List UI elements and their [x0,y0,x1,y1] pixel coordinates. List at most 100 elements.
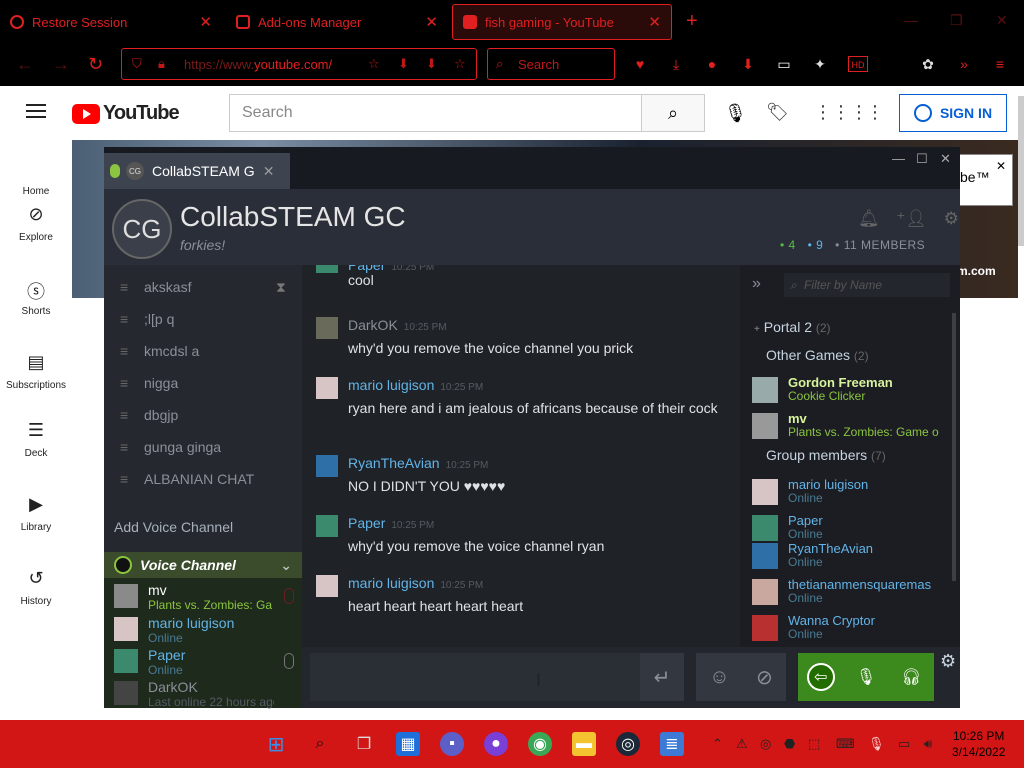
menu-icon[interactable]: ≡ [992,56,1008,72]
collapse-panel-icon[interactable]: » [752,275,761,293]
sidebar-item-explore[interactable]: ⊘ Explore [0,204,72,243]
extension-icon[interactable]: ✿ [920,56,936,72]
sidebar-item-deck[interactable]: ☰ Deck [0,420,72,459]
tab-addons-manager[interactable]: Add-ons Manager ✕ [226,4,448,40]
chat-message-input[interactable] [310,653,640,701]
microphone-icon[interactable]: 🎙︎ [724,103,747,124]
file-explorer-icon[interactable]: ▬ [572,732,596,756]
headphones-icon[interactable]: 🎧︎ [897,663,925,691]
close-tab-icon[interactable]: ✕ [648,13,661,31]
sidebar-item-subscriptions[interactable]: ▤ Subscriptions [0,352,72,391]
more-options-icon[interactable]: ⋮ [866,102,884,123]
new-tab-button[interactable]: + [686,10,698,33]
apps-grid-icon[interactable]: ⋮⋮⋮ [814,102,868,123]
voice-member[interactable]: mario luigison Online [114,615,298,645]
ad-card[interactable]: be™ ✕ [953,154,1013,206]
close-icon[interactable]: ✕ [996,159,1006,173]
text-channel[interactable]: ≡ ALBANIAN CHAT [120,471,254,487]
emoticon-icon[interactable]: ☺ [709,666,729,689]
notepad-icon[interactable]: ≣ [660,732,684,756]
notification-bell-icon[interactable]: 🔔︎ [858,209,880,228]
steam-tray-icon[interactable]: ◎ [760,736,771,752]
maximize-icon[interactable]: ☐ [916,151,928,167]
text-channel[interactable]: ≡ kmcdsl a [120,343,199,359]
volume-icon[interactable]: 🔊︎ [924,736,932,752]
sidebar-item-shorts[interactable]: ⓢ Shorts [0,278,72,317]
tray-app-icon[interactable]: ⚠ [736,736,748,752]
browser-search-box[interactable]: ⌕ Search [487,48,615,80]
tab-youtube[interactable]: fish gaming - YouTube ✕ [452,4,672,40]
close-window-icon[interactable]: ✕ [940,151,951,167]
extension-icon[interactable]: ✦ [812,56,828,72]
settings-gear-icon[interactable]: ⚙ [944,209,959,228]
show-hidden-icons-icon[interactable]: ⌃ [712,736,723,752]
downloads-icon[interactable]: ⤓ [668,56,684,72]
sidebar-item-home[interactable]: Home [0,158,72,197]
sign-in-button[interactable]: SIGN IN [899,94,1007,132]
page-scrollbar[interactable] [1018,96,1024,246]
youtube-logo[interactable]: YouTube [72,102,180,125]
group-avatar[interactable]: CG [112,199,172,259]
back-icon[interactable]: ← [16,54,34,75]
windows-start-icon[interactable]: ⊞ [264,732,288,756]
minimize-icon[interactable]: — [892,151,905,166]
chevron-down-icon[interactable]: ⌄ [280,557,292,574]
member-mv[interactable]: mv Plants vs. Zombies: Game o [752,411,952,441]
sidebar-item-history[interactable]: ↺ History [0,568,72,607]
steam-icon[interactable]: ◎ [616,732,640,756]
leave-voice-icon[interactable]: ⇦ [806,663,835,691]
member-paper[interactable]: Paper Online [752,513,952,543]
task-view-icon[interactable]: ❐ [352,732,376,756]
member-list-scrollbar[interactable] [952,313,956,581]
minimize-icon[interactable]: — [904,12,918,28]
firefox-icon[interactable]: ● [484,732,508,756]
search-button[interactable]: ⌕ [641,94,705,132]
group-other-games[interactable]: Other Games (2) [766,347,869,363]
tray-app-icon[interactable]: ⬣ [784,736,795,752]
extension-icon[interactable]: ▭ [776,56,792,72]
text-channel[interactable]: ≡ akskasf ⧗ [120,279,286,296]
download-icon[interactable]: ⬇ [398,56,409,72]
restore-icon[interactable]: ❐ [950,12,963,29]
microphone-icon[interactable]: 🎙︎ [852,663,880,691]
member-wanna-cryptor[interactable]: Wanna Cryptor Online [752,613,952,643]
close-tab-icon[interactable]: ✕ [425,13,438,31]
voice-member[interactable]: DarkOK Last online 22 hours ago [114,679,298,709]
chrome-icon[interactable]: ◉ [528,732,552,756]
chat-icon[interactable]: ▪ [440,732,464,756]
extension-icon[interactable]: ⬇ [740,56,756,72]
bookmark-star-icon[interactable]: ☆ [454,56,466,72]
search-input[interactable]: Search [229,94,641,132]
member-gordon-freeman[interactable]: Gordon Freeman Cookie Clicker [752,375,952,405]
voice-member[interactable]: mv Plants vs. Zombies: Ga [114,582,298,612]
overflow-chevron-icon[interactable]: » [956,56,972,72]
reload-icon[interactable]: ↻ [88,54,103,75]
tray-app-icon[interactable]: ⬚ [808,736,820,752]
member-thetiananmensquaremas[interactable]: thetiananmensquaremas Online [752,577,952,607]
group-portal-2[interactable]: + Portal 2 (2) [754,319,831,335]
voice-member[interactable]: Paper Online [114,647,298,677]
url-bar[interactable]: ⛉ 🔒︎ https://www. youtube.com/ ☆ ⬇ ⬇ ☆ [121,48,477,80]
forward-icon[interactable]: → [52,54,70,75]
close-window-icon[interactable]: ✕ [996,12,1008,29]
group-members[interactable]: Group members (7) [766,447,886,463]
voice-settings-gear-icon[interactable]: ⚙ [940,651,956,672]
sidebar-item-library[interactable]: ▶ Library [0,494,72,533]
text-channel[interactable]: ≡ ;l[p q [120,311,174,327]
display-icon[interactable]: ▭ [898,736,910,752]
member-mario-luigison[interactable]: mario luigison Online [752,477,952,507]
tab-restore-session[interactable]: Restore Session ✕ [0,4,222,40]
keyboard-icon[interactable]: ⌨ [836,736,855,752]
star-icon[interactable]: ☆ [368,56,380,72]
voice-channel-header[interactable]: Voice Channel ⌄ [104,552,302,578]
microphone-icon[interactable]: 🎙︎ [868,736,885,752]
send-button[interactable]: ↵ [640,653,684,701]
chat-tab[interactable]: CG CollabSTEAM G ✕ [104,153,290,189]
hd-icon[interactable]: HD [848,56,868,72]
invite-friend-icon[interactable]: ⁺👤︎ [896,209,927,228]
filter-members-input[interactable]: ⌕ Filter by Name [784,273,950,297]
close-tab-icon[interactable]: ✕ [199,13,212,31]
add-voice-channel-button[interactable]: Add Voice Channel [114,519,233,535]
widgets-icon[interactable]: ▦ [396,732,420,756]
system-clock[interactable]: 10:26 PM 3/14/2022 [952,728,1005,760]
